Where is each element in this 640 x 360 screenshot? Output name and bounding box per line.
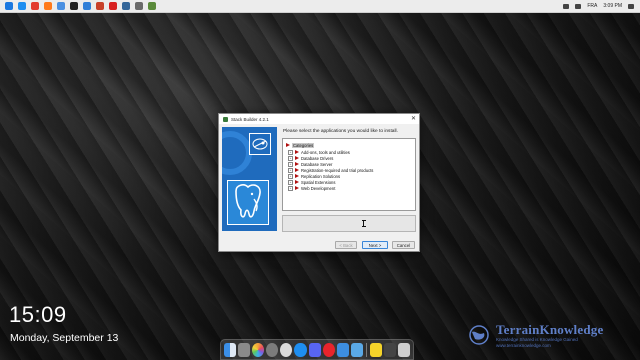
- menubar-time[interactable]: 3:09 PM: [603, 3, 622, 9]
- back-button[interactable]: < Back: [335, 241, 357, 249]
- app2-icon[interactable]: [148, 2, 156, 10]
- clock-icon[interactable]: [280, 342, 293, 357]
- category-flag-icon: [286, 143, 290, 147]
- settings-icon[interactable]: [266, 342, 279, 357]
- top-menu-bar: FRA 3:09 PM: [0, 0, 640, 13]
- opera-icon[interactable]: [322, 342, 335, 357]
- finder-icon[interactable]: [224, 342, 237, 357]
- menubar-status: FRA 3:09 PM: [563, 3, 640, 9]
- mail-icon[interactable]: [336, 342, 349, 357]
- category-flag-icon: [295, 156, 299, 160]
- tree-item-label: Categories: [292, 142, 315, 148]
- category-flag-icon: [295, 162, 299, 166]
- tree-item-label: Registration-required and trial products: [301, 167, 374, 173]
- expand-icon[interactable]: +: [288, 185, 293, 191]
- terminal-icon[interactable]: [70, 2, 78, 10]
- chrome-icon[interactable]: [31, 2, 39, 10]
- dialog-title: Stack Builder 4.2.1: [231, 116, 269, 122]
- close-icon[interactable]: ✕: [411, 116, 416, 122]
- stack-builder-logo-icon: [249, 133, 271, 155]
- category-flag-icon: [295, 186, 299, 190]
- expand-icon[interactable]: +: [288, 155, 293, 161]
- db-icon[interactable]: [122, 2, 130, 10]
- input-language[interactable]: FRA: [587, 3, 597, 9]
- stack-builder-icon: [223, 116, 228, 122]
- description-panel: [282, 215, 416, 232]
- tree-item-label: Replication Solutions: [301, 173, 341, 179]
- tree-item-label: Web Development: [301, 185, 336, 191]
- control-center-icon[interactable]: [628, 3, 634, 9]
- photos-icon[interactable]: [252, 342, 265, 357]
- globe-logo-icon: [469, 325, 489, 345]
- wifi-icon[interactable]: [563, 3, 570, 9]
- expand-icon[interactable]: +: [288, 161, 293, 167]
- app-icon[interactable]: [135, 2, 143, 10]
- tree-item-web-development[interactable]: + Web Development: [288, 185, 335, 191]
- reader-icon[interactable]: [109, 2, 117, 10]
- tree-item-label: Add-ons, tools and utilities: [301, 149, 350, 155]
- text-cursor-icon: [361, 220, 366, 227]
- folder-icon[interactable]: [350, 342, 363, 357]
- compass-icon[interactable]: [294, 342, 307, 357]
- wizard-side-banner: [222, 127, 277, 231]
- launchpad-icon[interactable]: [238, 342, 251, 357]
- files-icon[interactable]: [83, 2, 91, 10]
- dialog-titlebar[interactable]: Stack Builder 4.2.1 ✕: [219, 114, 419, 124]
- tree-item-label: Database Drivers: [301, 155, 334, 161]
- watermark-brand: TerrainKnowledge: [496, 322, 604, 337]
- watermark-tagline: Knowledge Shared is Knowledge Gained: [496, 337, 578, 342]
- expand-icon[interactable]: +: [288, 173, 293, 179]
- watermark-url: www.terrainknowledge.com: [496, 343, 551, 348]
- firefox-icon[interactable]: [44, 2, 52, 10]
- expand-icon[interactable]: +: [288, 179, 293, 185]
- next-button[interactable]: Next >: [362, 241, 388, 249]
- application-tree[interactable]: Categories + Add-ons, tools and utilitie…: [282, 138, 416, 211]
- safari-icon[interactable]: [18, 2, 26, 10]
- stack-builder-dialog: Stack Builder 4.2.1 ✕ Please select the …: [218, 113, 420, 252]
- notes-icon[interactable]: [369, 342, 382, 357]
- tree-item-categories[interactable]: Categories: [286, 142, 315, 148]
- window-icon[interactable]: [383, 342, 396, 357]
- category-flag-icon: [295, 168, 299, 172]
- banner-circle-decoration: [222, 131, 252, 175]
- finder-icon[interactable]: [5, 2, 13, 10]
- tree-item-label: Spatial Extensions: [301, 179, 336, 185]
- discord-icon[interactable]: [308, 342, 321, 357]
- clock-time: 15:09: [9, 302, 67, 327]
- dock: [220, 339, 414, 360]
- watermark: TerrainKnowledge Knowledge Shared is Kno…: [466, 322, 632, 354]
- ppt-icon[interactable]: [96, 2, 104, 10]
- category-flag-icon: [295, 150, 299, 154]
- clock-date: Monday, September 13: [10, 332, 119, 344]
- expand-icon[interactable]: +: [288, 167, 293, 173]
- category-flag-icon: [295, 174, 299, 178]
- expand-icon[interactable]: +: [288, 149, 293, 155]
- battery-icon[interactable]: [575, 3, 582, 9]
- tree-item-label: Database Server: [301, 161, 333, 167]
- mail-icon[interactable]: [57, 2, 65, 10]
- trash-icon[interactable]: [397, 342, 411, 357]
- dock-separator: [365, 342, 367, 357]
- instruction-text: Please select the applications you would…: [283, 129, 398, 134]
- category-flag-icon: [295, 180, 299, 184]
- postgresql-elephant-icon: [227, 180, 269, 225]
- cancel-button[interactable]: Cancel: [392, 241, 415, 249]
